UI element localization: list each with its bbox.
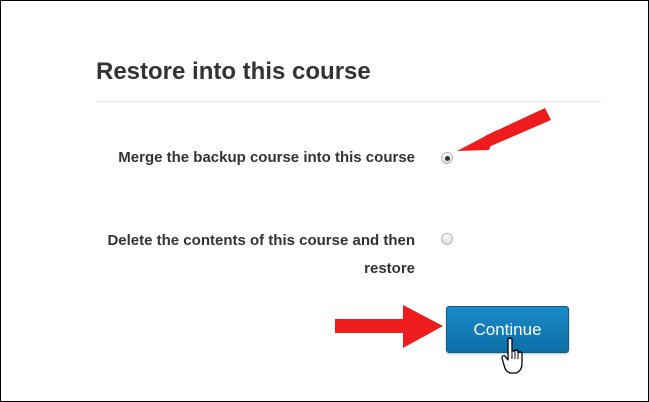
radio-selected-dot bbox=[444, 155, 450, 161]
option-delete-label: Delete the contents of this course and t… bbox=[107, 232, 415, 277]
arrow-pointer-icon bbox=[335, 305, 443, 348]
option-merge-label: Merge the backup course into this course bbox=[118, 149, 415, 166]
radio-delete[interactable] bbox=[441, 233, 453, 245]
section-title: Restore into this course bbox=[96, 58, 371, 85]
arrow-shaft bbox=[335, 319, 407, 333]
radio-merge[interactable] bbox=[441, 152, 453, 164]
divider bbox=[96, 101, 601, 102]
arrow-pointer-icon bbox=[457, 108, 551, 151]
arrow-shaft bbox=[485, 108, 551, 146]
arrow-head bbox=[403, 305, 443, 348]
hand-cursor-icon bbox=[501, 337, 523, 374]
restore-panel: Restore into this course Merge the backu… bbox=[0, 0, 649, 402]
